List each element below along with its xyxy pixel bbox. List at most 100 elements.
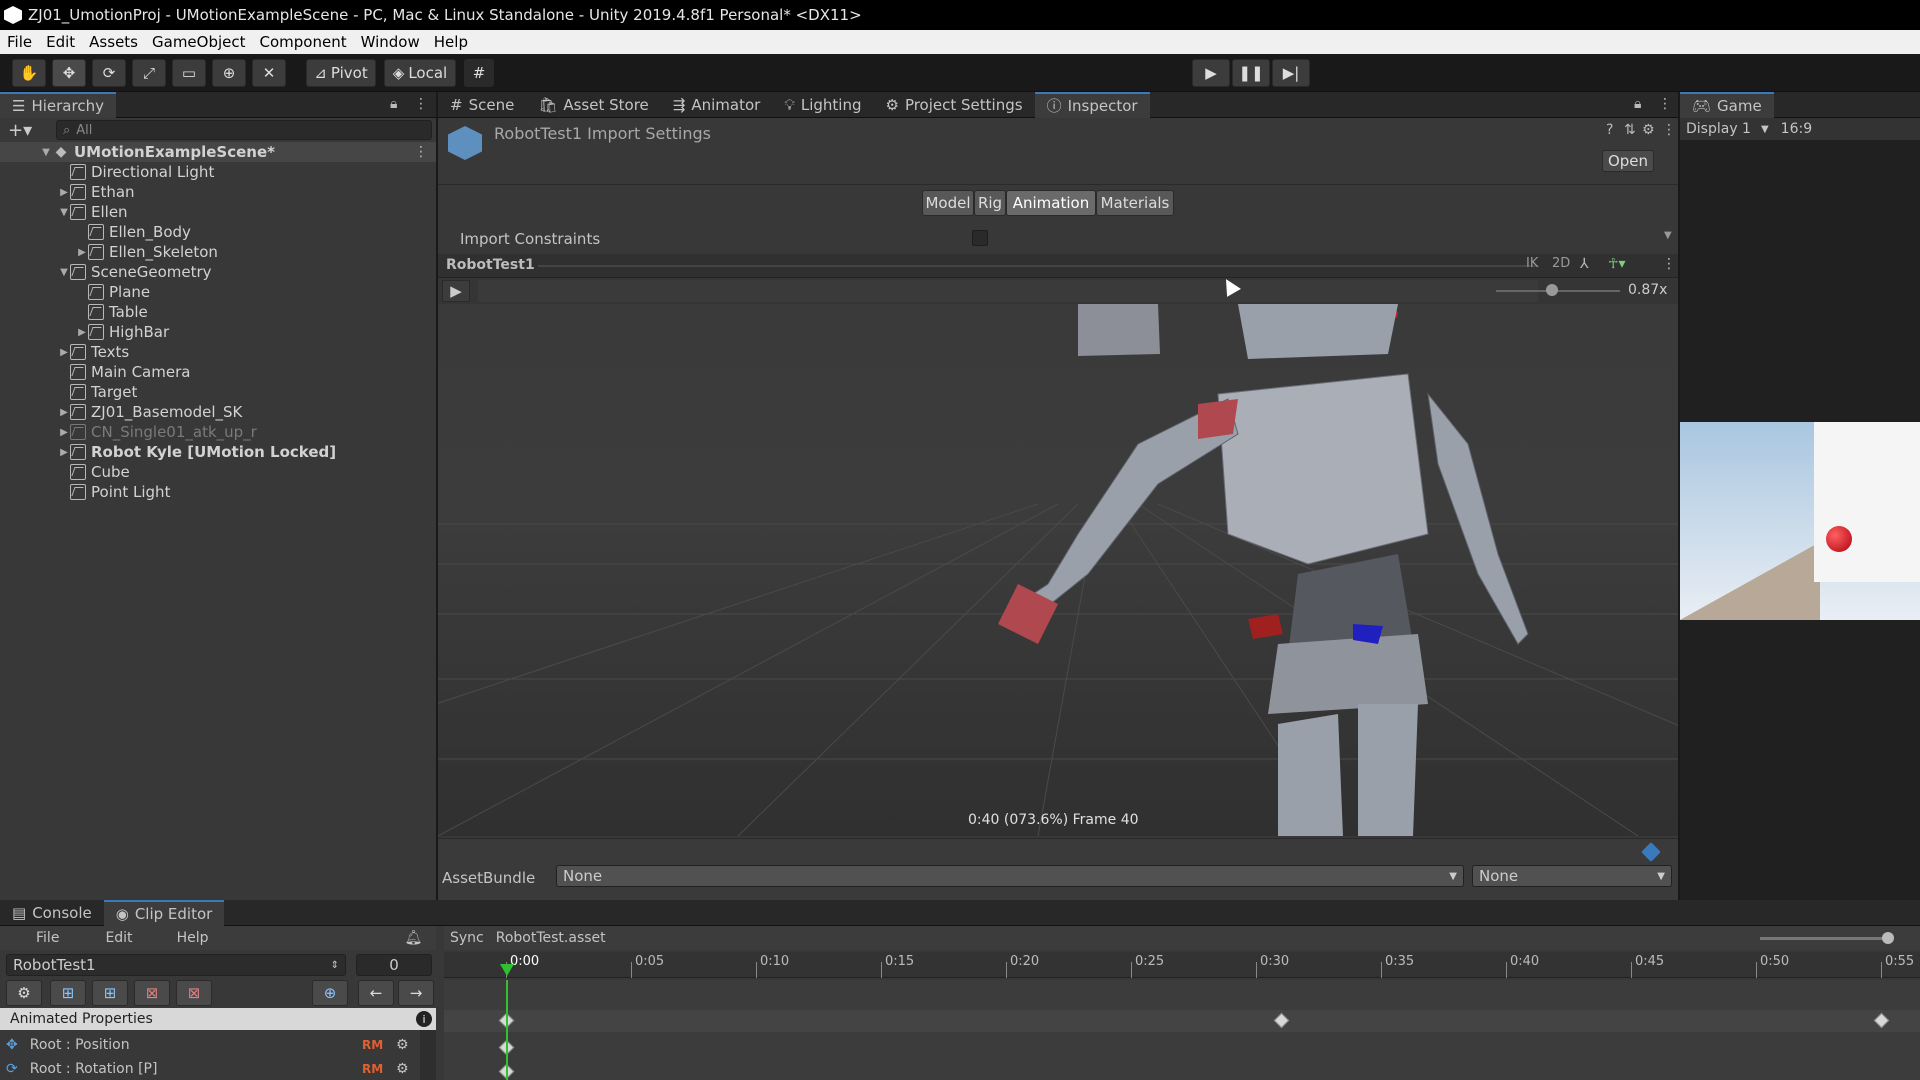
- scroll-down-icon[interactable]: ▼: [1664, 230, 1672, 241]
- hierarchy-item[interactable]: Table: [0, 302, 436, 322]
- label-tag-icon[interactable]: [1641, 842, 1661, 862]
- playhead-line[interactable]: [506, 980, 508, 1080]
- more-icon[interactable]: ⋮: [414, 96, 428, 112]
- transform-tool-icon[interactable]: ⊕: [212, 59, 246, 87]
- tab-clip-editor[interactable]: ◉ Clip Editor: [103, 899, 225, 926]
- expand-arrow-icon[interactable]: ▶: [58, 407, 70, 418]
- help-icon[interactable]: ?: [1606, 122, 1613, 138]
- pivot-toggle-icon[interactable]: ⅄: [1580, 256, 1589, 272]
- expand-arrow-icon[interactable]: ▶: [58, 347, 70, 358]
- hierarchy-item[interactable]: Point Light: [0, 482, 436, 502]
- menu-file[interactable]: File: [0, 33, 39, 51]
- preview-drag-bar[interactable]: [538, 265, 1538, 267]
- bell-icon[interactable]: 🔔︎: [404, 930, 422, 946]
- subtab-animation[interactable]: Animation: [1006, 190, 1096, 216]
- assetbundle-variant-select[interactable]: None ▼: [1472, 865, 1672, 887]
- tab-animator[interactable]: ⇶ Animator: [661, 92, 773, 118]
- remove-property-icon[interactable]: ⊠: [134, 980, 170, 1006]
- rect-tool-icon[interactable]: ▭: [172, 59, 206, 87]
- speed-slider-handle[interactable]: [1546, 284, 1558, 296]
- expand-arrow-icon[interactable]: ▼: [58, 267, 70, 278]
- assetbundle-select[interactable]: None ▼: [556, 865, 1464, 887]
- preview-timeline[interactable]: [478, 280, 1538, 302]
- property-row-position[interactable]: ✥ Root : Position RM ⚙: [0, 1034, 420, 1056]
- hand-tool-icon[interactable]: ✋: [12, 59, 46, 87]
- lock-icon[interactable]: 🔒︎: [390, 96, 397, 112]
- aspect-select[interactable]: 16:9: [1781, 121, 1812, 137]
- scene-more-icon[interactable]: ⋮: [414, 144, 428, 160]
- sync-toggle[interactable]: Sync: [450, 930, 484, 946]
- info-badge-icon[interactable]: i: [416, 1011, 432, 1027]
- open-button[interactable]: Open: [1602, 150, 1654, 172]
- clip-settings-icon[interactable]: ⚙: [6, 980, 42, 1006]
- menu-window[interactable]: Window: [354, 33, 427, 51]
- game-view[interactable]: [1680, 422, 1920, 620]
- menu-help[interactable]: Help: [427, 33, 475, 51]
- add-key-icon[interactable]: ⊞: [92, 980, 128, 1006]
- hierarchy-item[interactable]: Target: [0, 382, 436, 402]
- layer-icon[interactable]: ⊕: [312, 980, 348, 1006]
- hierarchy-item[interactable]: Plane: [0, 282, 436, 302]
- tab-lighting[interactable]: 💡︎ Lighting: [772, 92, 873, 118]
- hierarchy-item[interactable]: ▶ Robot Kyle [UMotion Locked]: [0, 442, 436, 462]
- property-gear-icon[interactable]: ⚙: [396, 1061, 409, 1077]
- tab-asset-store[interactable]: 🛍︎ Asset Store: [526, 92, 660, 118]
- import-constraints-checkbox[interactable]: [972, 230, 988, 246]
- tab-inspector[interactable]: ⓘ Inspector: [1034, 91, 1150, 118]
- zoom-slider-handle[interactable]: [1882, 932, 1894, 944]
- menu-assets[interactable]: Assets: [82, 33, 145, 51]
- hierarchy-item[interactable]: ▶ Texts: [0, 342, 436, 362]
- timeline-ruler[interactable]: 0:00 0:05 0:10 0:15 0:20 0:25 0:30 0:35 0:40 0:45…: [444, 952, 1920, 978]
- hierarchy-item[interactable]: Main Camera: [0, 362, 436, 382]
- expand-arrow-icon[interactable]: ▶: [58, 187, 70, 198]
- expand-arrow-icon[interactable]: ▶: [58, 427, 70, 438]
- frame-input[interactable]: 0: [356, 954, 432, 976]
- expand-arrow-icon[interactable]: ▶: [58, 447, 70, 458]
- tab-hierarchy[interactable]: ☰ Hierarchy: [0, 91, 116, 118]
- hierarchy-item[interactable]: ▼ SceneGeometry: [0, 262, 436, 282]
- display-select[interactable]: Display 1: [1686, 121, 1751, 137]
- inspector-lock-icon[interactable]: 🔒︎: [1634, 96, 1641, 112]
- expand-arrow-icon[interactable]: ▼: [58, 207, 70, 218]
- ik-toggle[interactable]: IK: [1526, 256, 1538, 271]
- hierarchy-item[interactable]: ▶ HighBar: [0, 322, 436, 342]
- custom-tool-icon[interactable]: ✕: [252, 59, 286, 87]
- tab-console[interactable]: ▤ Console: [0, 900, 104, 926]
- hierarchy-search-input[interactable]: ⌕ All: [56, 120, 432, 140]
- local-button[interactable]: ◈ Local: [384, 59, 456, 87]
- next-key-icon[interactable]: →: [398, 980, 434, 1006]
- rotate-tool-icon[interactable]: ⟳: [92, 59, 126, 87]
- inspector-more-icon[interactable]: ⋮: [1658, 96, 1672, 112]
- add-property-icon[interactable]: ⊞: [50, 980, 86, 1006]
- menu-edit[interactable]: Edit: [39, 33, 82, 51]
- scale-tool-icon[interactable]: ⤢: [132, 59, 166, 87]
- hierarchy-item[interactable]: Directional Light: [0, 162, 436, 182]
- move-tool-icon[interactable]: ✥: [52, 59, 86, 87]
- hierarchy-item[interactable]: ▶ CN_Single01_atk_up_r: [0, 422, 436, 442]
- hierarchy-item[interactable]: ▶ ZJ01_Basemodel_SK: [0, 402, 436, 422]
- avatar-icon[interactable]: ☥▾: [1608, 256, 1625, 272]
- clip-menu-file[interactable]: File: [36, 930, 59, 946]
- speed-slider-track[interactable]: [1496, 290, 1620, 292]
- hierarchy-item[interactable]: ▶ Ethan: [0, 182, 436, 202]
- property-gear-icon[interactable]: ⚙: [396, 1037, 409, 1053]
- zoom-slider-track[interactable]: [1760, 937, 1890, 940]
- preview-play-button[interactable]: ▶: [442, 280, 470, 302]
- step-button[interactable]: ▶|: [1272, 59, 1310, 87]
- property-row-rotation[interactable]: ⟳ Root : Rotation [P] RM ⚙: [0, 1058, 420, 1080]
- menu-gameobject[interactable]: GameObject: [145, 33, 253, 51]
- clip-select[interactable]: RobotTest1 ⇕: [6, 954, 346, 976]
- clip-menu-edit[interactable]: Edit: [105, 930, 132, 946]
- prev-key-icon[interactable]: ←: [358, 980, 394, 1006]
- dopesheet[interactable]: [444, 980, 1920, 1080]
- 2d-toggle[interactable]: 2D: [1552, 256, 1570, 271]
- add-icon[interactable]: +▾: [8, 120, 44, 142]
- remove-key-icon[interactable]: ⊠: [176, 980, 212, 1006]
- menu-component[interactable]: Component: [253, 33, 354, 51]
- pause-button[interactable]: ❚❚: [1232, 59, 1270, 87]
- hierarchy-item[interactable]: Ellen_Body: [0, 222, 436, 242]
- clip-menu-help[interactable]: Help: [177, 930, 209, 946]
- settings-icon[interactable]: ⚙: [1642, 122, 1655, 138]
- subtab-model[interactable]: Model: [922, 190, 974, 216]
- tab-project-settings[interactable]: ⚙ Project Settings: [873, 92, 1034, 118]
